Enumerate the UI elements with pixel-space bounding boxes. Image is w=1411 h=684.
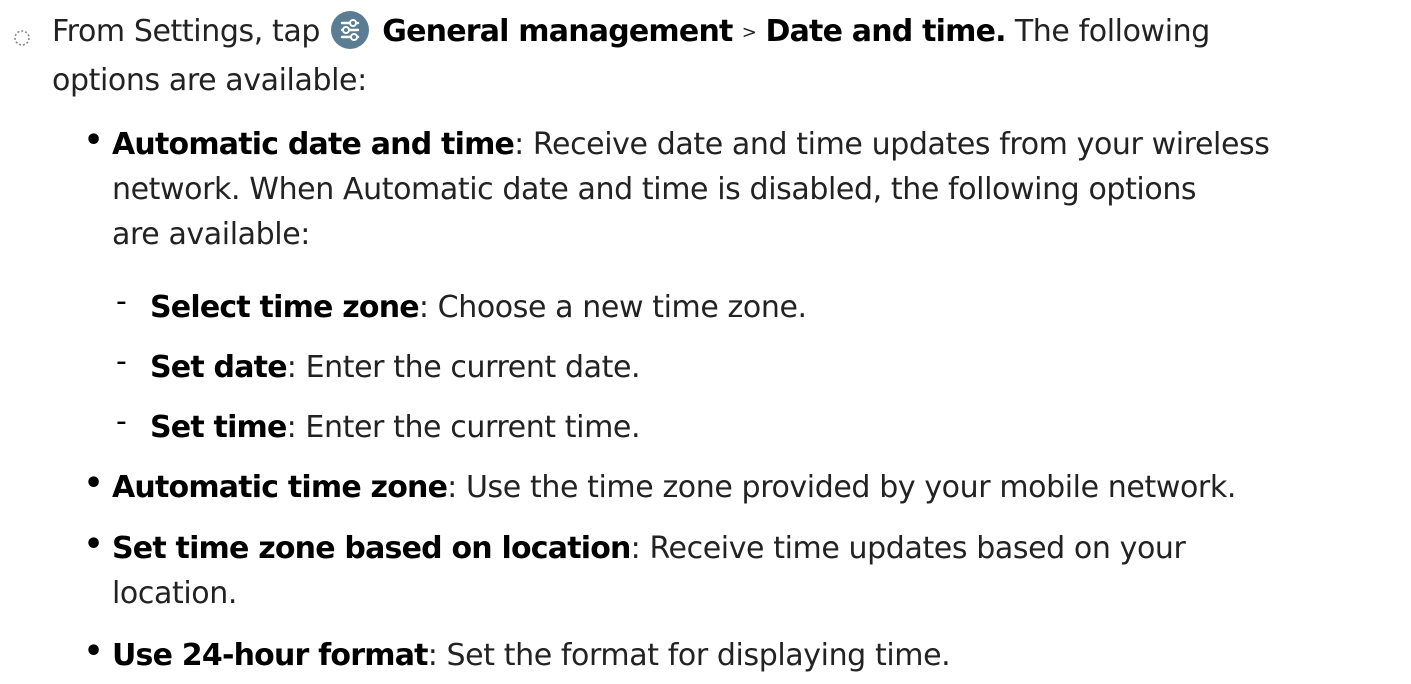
option-description: : Receive time updates based on your <box>630 531 1186 566</box>
option-term: Set date <box>150 350 288 385</box>
option-description: : Receive date and time updates from you… <box>514 127 1270 162</box>
step-text: From Settings, tap General management > … <box>52 8 1392 105</box>
option-description-line2: location. <box>112 576 237 611</box>
bullet-icon: • <box>84 466 103 501</box>
dash-icon: - <box>116 344 127 379</box>
option-description-line2: network. When Automatic date and time is… <box>112 172 1197 207</box>
list-item-text: Set time zone based on location: Receive… <box>112 526 1402 616</box>
sub-item-text: Select time zone: Choose a new time zone… <box>150 285 1390 330</box>
list-item-text: Use 24-hour format: Set the format for d… <box>112 633 1402 678</box>
option-description: : Enter the current date. <box>286 350 641 385</box>
option-description-line3: are available: <box>112 217 310 252</box>
list-item-text: Automatic date and time: Receive date an… <box>112 122 1402 257</box>
option-term: Automatic time zone <box>112 470 448 505</box>
step-suffix-line2: options are available: <box>52 63 367 98</box>
option-term: Set time zone based on location <box>112 531 631 566</box>
step-suffix: The following <box>1005 14 1210 49</box>
step-prefix: From Settings, tap <box>52 14 320 49</box>
option-description: : Set the format for displaying time. <box>427 638 951 673</box>
option-term: Select time zone <box>150 290 420 325</box>
list-item-text: Automatic time zone: Use the time zone p… <box>112 465 1402 510</box>
sub-item-text: Set time: Enter the current time. <box>150 405 1390 450</box>
path-general-management: General management <box>382 14 733 49</box>
bullet-icon: • <box>84 634 103 669</box>
settings-sliders-icon <box>331 11 370 49</box>
option-term: Set time <box>150 410 287 445</box>
bullet-icon: • <box>84 527 103 562</box>
path-separator: > <box>741 22 757 43</box>
bullet-icon: • <box>84 123 103 158</box>
dotted-circle-icon <box>12 21 32 56</box>
dash-icon: - <box>116 284 127 319</box>
sub-item-text: Set date: Enter the current date. <box>150 345 1390 390</box>
option-description: : Use the time zone provided by your mob… <box>447 470 1236 505</box>
option-description: : Enter the current time. <box>286 410 641 445</box>
option-term: Use 24-hour format <box>112 638 428 673</box>
option-term: Automatic date and time <box>112 127 515 162</box>
option-description: : Choose a new time zone. <box>418 290 807 325</box>
path-date-and-time: Date and time. <box>765 14 1007 49</box>
dash-icon: - <box>116 404 127 439</box>
